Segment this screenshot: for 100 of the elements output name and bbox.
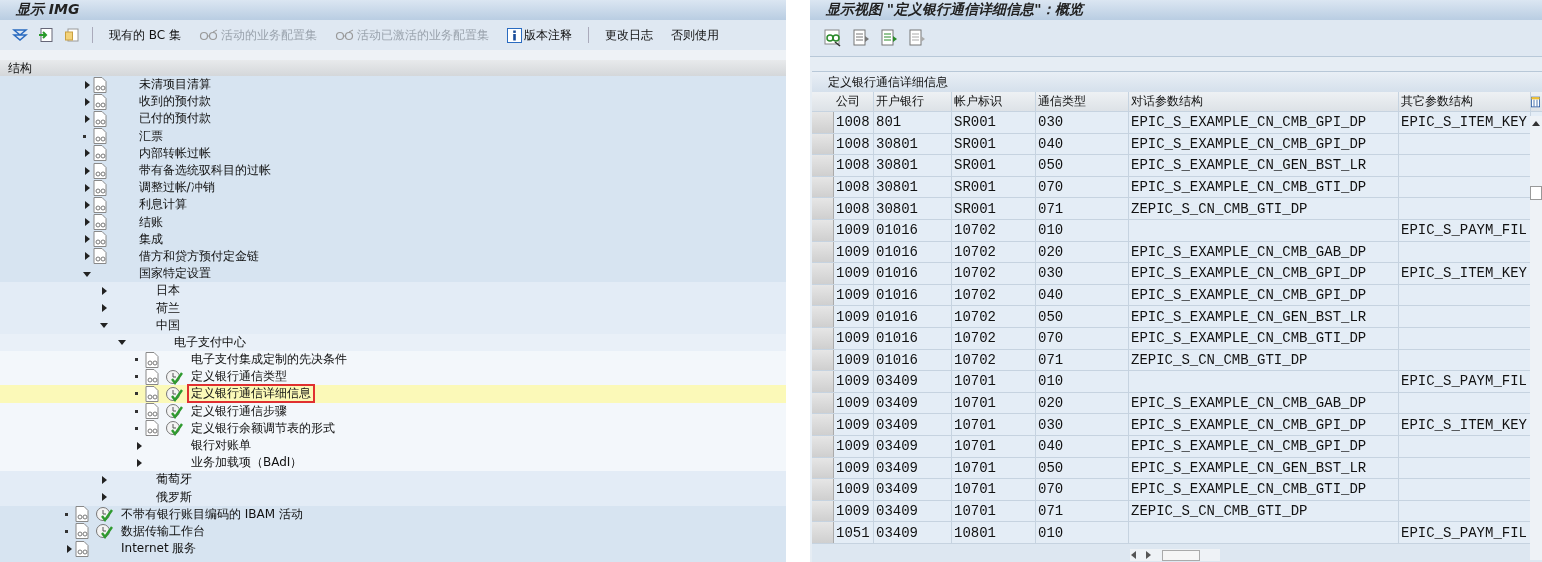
toolbar-button[interactable]: 现有的 BC 集: [103, 24, 188, 46]
expanded-arrow-icon[interactable]: [100, 321, 108, 330]
tree-item[interactable]: 借方和贷方预付定金链: [136, 248, 261, 264]
clock-check-icon[interactable]: [165, 420, 183, 437]
tree-item[interactable]: 荷兰: [154, 300, 182, 316]
tree-item[interactable]: 汇票: [136, 128, 165, 144]
tree-item[interactable]: 银行对账单: [189, 438, 253, 454]
row-selector[interactable]: [812, 500, 834, 522]
clock-check-icon[interactable]: [95, 506, 113, 523]
table-settings-icon[interactable]: [1531, 94, 1540, 109]
tree-item[interactable]: 调整过帐/冲销: [136, 180, 217, 196]
collapsed-arrow-icon[interactable]: [100, 493, 108, 502]
horizontal-scrollbar[interactable]: [1130, 549, 1220, 561]
toolbar-button[interactable]: 版本注释: [501, 24, 579, 46]
row-selector[interactable]: [812, 263, 834, 284]
document-glasses-icon[interactable]: [145, 403, 159, 420]
row-selector[interactable]: [812, 155, 834, 176]
column-header[interactable]: 帐户标识: [952, 92, 1036, 111]
tree-item[interactable]: 未清项目清算: [136, 77, 213, 93]
collapsed-arrow-icon[interactable]: [82, 80, 91, 89]
row-selector[interactable]: [812, 392, 834, 414]
row-selector[interactable]: [812, 457, 834, 479]
document-glasses-icon[interactable]: [145, 368, 159, 385]
row-selector[interactable]: [812, 371, 834, 392]
row-selector[interactable]: [812, 284, 834, 306]
collapsed-arrow-icon[interactable]: [82, 218, 91, 227]
tree-item[interactable]: 内部转帐过帐: [136, 145, 213, 161]
clock-check-icon[interactable]: [165, 385, 183, 402]
clock-check-icon[interactable]: [165, 403, 183, 420]
scroll-thumb[interactable]: [1530, 186, 1542, 200]
collapsed-arrow-icon[interactable]: [82, 252, 91, 261]
document-glasses-icon[interactable]: [145, 351, 159, 368]
expanded-arrow-icon[interactable]: [117, 338, 126, 347]
row-selector[interactable]: [812, 176, 834, 198]
document-glasses-icon[interactable]: [75, 506, 89, 523]
row-selector[interactable]: [812, 112, 834, 133]
tree-item[interactable]: 俄罗斯: [154, 489, 194, 505]
collapsed-arrow-icon[interactable]: [100, 304, 108, 313]
vertical-scrollbar[interactable]: [1530, 116, 1542, 560]
collapsed-arrow-icon[interactable]: [82, 235, 91, 244]
row-selector[interactable]: [812, 522, 834, 543]
document-arrow-icon[interactable]: [36, 25, 56, 45]
clock-check-icon[interactable]: [95, 523, 113, 540]
row-selector[interactable]: [812, 414, 834, 435]
tree-item[interactable]: 利息计算: [136, 197, 189, 213]
tree-item[interactable]: 中国: [154, 317, 182, 333]
collapsed-arrow-icon[interactable]: [82, 200, 91, 209]
column-header[interactable]: 公司: [834, 92, 874, 111]
tree-item[interactable]: 定义银行通信类型: [189, 369, 289, 385]
tree-item[interactable]: 收到的预付款: [136, 94, 213, 110]
document-list-icon[interactable]: [908, 29, 926, 47]
column-header[interactable]: 通信类型: [1036, 92, 1129, 111]
collapsed-arrow-icon[interactable]: [82, 183, 91, 192]
tree-item[interactable]: 已付的预付款: [136, 111, 213, 127]
scroll-up-icon[interactable]: [1532, 120, 1540, 126]
tree-item[interactable]: 电子支付集成定制的先决条件: [189, 352, 349, 368]
row-selector[interactable]: [812, 133, 834, 155]
tree-item[interactable]: 不带有银行账目编码的 IBAM 活动: [119, 506, 305, 522]
row-selector[interactable]: [812, 198, 834, 219]
column-header[interactable]: 开户银行: [874, 92, 952, 111]
row-selector[interactable]: [812, 241, 834, 263]
tree-item[interactable]: 带有备选统驭科目的过帐: [136, 163, 273, 179]
collapsed-arrow-icon[interactable]: [82, 114, 91, 123]
collapsed-arrow-icon[interactable]: [65, 544, 73, 553]
tree-item[interactable]: 日本: [154, 283, 182, 299]
collapsed-arrow-icon[interactable]: [100, 286, 108, 295]
toolbar-button[interactable]: 否则使用: [665, 24, 726, 46]
document-list-icon[interactable]: [852, 29, 870, 47]
row-selector[interactable]: [812, 479, 834, 500]
collapsed-arrow-icon[interactable]: [135, 441, 143, 450]
tree-item[interactable]: Internet 服务: [119, 541, 199, 557]
tree-item[interactable]: 数据传输工作台: [119, 523, 207, 539]
tree-item[interactable]: 电子支付中心: [171, 334, 248, 350]
row-selector[interactable]: [812, 306, 834, 327]
row-selector[interactable]: [812, 349, 834, 371]
row-selector[interactable]: [812, 435, 834, 457]
tree-item[interactable]: 定义银行通信步骤: [189, 403, 289, 419]
expanded-arrow-icon[interactable]: [82, 269, 91, 278]
tree-item[interactable]: 集成: [136, 231, 165, 247]
collapsed-arrow-icon[interactable]: [135, 458, 143, 467]
document-glasses-icon[interactable]: [145, 385, 159, 402]
collapsed-arrow-icon[interactable]: [82, 149, 91, 158]
tree-item[interactable]: 葡萄牙: [154, 472, 194, 488]
document-list-icon[interactable]: [880, 29, 898, 47]
tree-item[interactable]: 定义银行通信详细信息: [189, 386, 313, 402]
row-selector[interactable]: [812, 327, 834, 349]
scroll-thumb[interactable]: [1162, 549, 1200, 561]
collapsed-arrow-icon[interactable]: [82, 166, 91, 175]
tree-item[interactable]: 结账: [136, 214, 165, 230]
tree-item[interactable]: 定义银行余额调节表的形式: [189, 420, 337, 436]
column-header[interactable]: 对话参数结构: [1129, 92, 1399, 111]
scroll-right-icon[interactable]: [1146, 551, 1152, 559]
toolbar-button[interactable]: 更改日志: [599, 24, 660, 46]
folder-icon[interactable]: [62, 25, 82, 45]
row-selector[interactable]: [812, 219, 834, 241]
collapsed-arrow-icon[interactable]: [82, 97, 91, 106]
clock-check-icon[interactable]: [165, 368, 183, 385]
glasses-icon[interactable]: [824, 29, 842, 47]
tree-item[interactable]: 国家特定设置: [136, 266, 213, 282]
tree-item[interactable]: 业务加载项（BAdI）: [189, 455, 305, 471]
